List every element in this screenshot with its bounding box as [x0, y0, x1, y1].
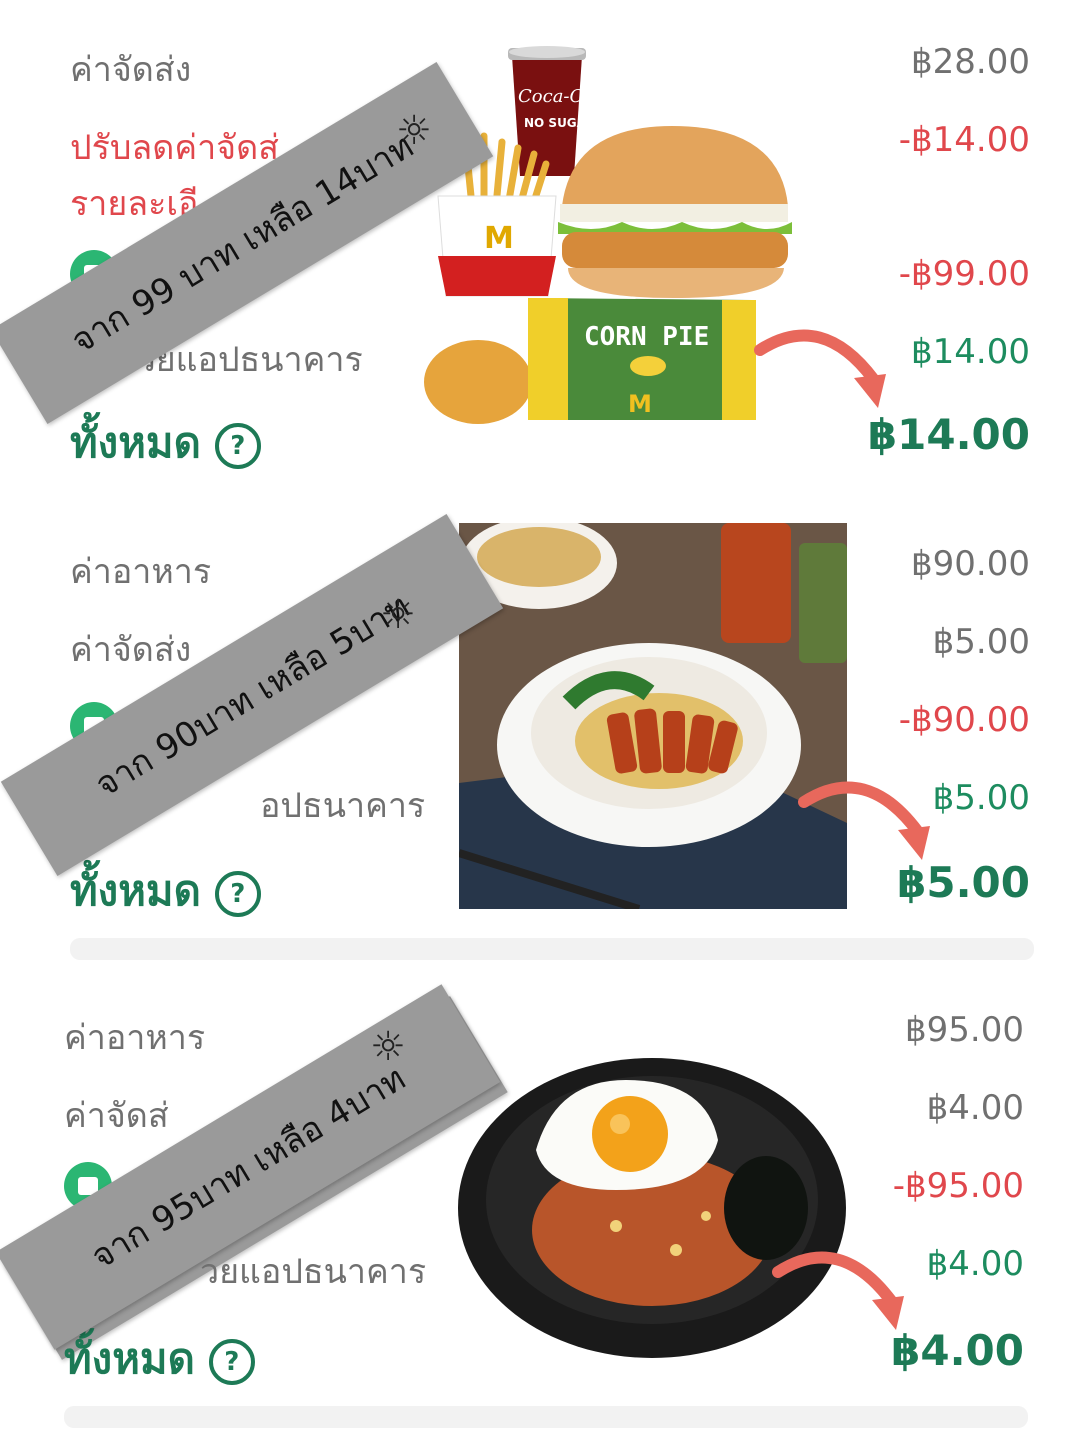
curved-arrow-icon: [798, 781, 930, 860]
delivery-fee-label: ค่าจัดส่ง: [70, 630, 192, 670]
bank-app-payment-value: ฿14.00: [911, 332, 1030, 372]
curved-arrow-icon: [772, 1251, 904, 1330]
coupon-discount-value: -฿95.00: [892, 1166, 1024, 1206]
coupon-discount-value: -฿90.00: [898, 700, 1030, 740]
corn-pie-text: CORN PIE: [584, 322, 710, 352]
delivery-discount-value: -฿14.00: [898, 120, 1030, 160]
delivery-fee-label: ค่าจัดส่ง: [70, 50, 192, 90]
bank-app-payment-value: ฿4.00: [926, 1244, 1024, 1284]
svg-text:M: M: [484, 221, 514, 256]
order-summary-2: ค่าอาหาร ฿90.00 ค่าจัดส่ง ฿5.00 คู -฿90.…: [0, 480, 1074, 1360]
delivery-fee-value: ฿5.00: [932, 622, 1030, 662]
total-row-label: ทั้งหมด?: [70, 410, 261, 476]
bank-app-payment-label: วยแอปธนาคาร: [200, 1252, 427, 1292]
delivery-discount-label: ปรับลดค่าจัดส่: [70, 128, 279, 168]
svg-text:M: M: [628, 390, 652, 418]
mcdonalds-meal-photo: Coca-Cola NO SUGAR M M CORN PIE: [422, 36, 798, 428]
order-summary-3: ค่าอาหาร ฿95.00 ค่าจัดส่ ฿4.00 -฿95.00 ว…: [0, 960, 1074, 1432]
delivery-fee-value: ฿4.00: [926, 1088, 1024, 1128]
food-fee-value: ฿95.00: [905, 1010, 1024, 1050]
coupon-discount-value: -฿99.00: [898, 254, 1030, 294]
section-divider: [64, 1406, 1028, 1428]
noodle-photo: [459, 523, 847, 909]
help-icon[interactable]: ?: [214, 870, 261, 917]
food-fee-value: ฿90.00: [911, 544, 1030, 584]
sun-doodle-icon: ☼: [380, 592, 416, 638]
sun-doodle-icon: ☼: [396, 108, 432, 154]
curved-arrow-icon: [754, 329, 886, 408]
help-icon[interactable]: ?: [208, 1338, 255, 1385]
delivery-fee-label: ค่าจัดส่: [64, 1096, 169, 1136]
bank-app-payment-label: อปธนาคาร: [260, 786, 426, 826]
total-row-label: ทั้งหมด?: [70, 858, 261, 924]
food-fee-label: ค่าอาหาร: [70, 552, 212, 592]
help-icon[interactable]: ?: [214, 422, 261, 469]
noodle-illustration: [459, 523, 847, 909]
total-row-label: ทั้งหมด?: [64, 1326, 255, 1392]
section-divider: [70, 938, 1034, 960]
total-label: ทั้งหมด: [64, 1334, 195, 1383]
promo-tape-text: จาก 90บาท เหลือ 5บาท: [88, 586, 417, 806]
bank-app-payment-value: ฿5.00: [932, 778, 1030, 818]
meal-foreground: M M: [424, 126, 792, 424]
food-fee-label: ค่าอาหาร: [64, 1018, 206, 1058]
total-label: ทั้งหมด: [70, 866, 201, 915]
sun-doodle-icon: ☼: [370, 1024, 406, 1070]
order-summary-1: ค่าจัดส่ง ฿28.00 ปรับลดค่าจัดส่ รายละเอี…: [0, 0, 1074, 480]
total-label: ทั้งหมด: [70, 418, 201, 467]
delivery-fee-value: ฿28.00: [911, 42, 1030, 82]
